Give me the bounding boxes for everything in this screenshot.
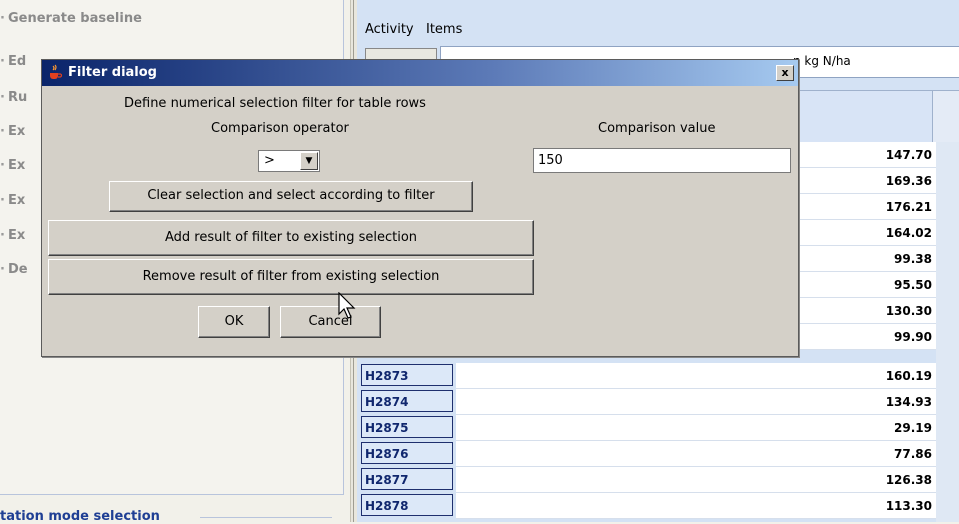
task-item-8[interactable]: · De: [0, 262, 28, 282]
task-item-3[interactable]: · Ru: [0, 90, 27, 110]
bullet-icon: ·: [0, 90, 5, 105]
operator-select[interactable]: > ▼: [258, 150, 320, 172]
row-value: 77.86: [456, 441, 936, 467]
row-id[interactable]: H2878: [361, 494, 453, 516]
row-id[interactable]: H2873: [361, 364, 453, 386]
dialog-title: Filter dialog: [68, 65, 157, 80]
remove-from-selection-button[interactable]: Remove result of filter from existing se…: [48, 259, 534, 295]
table-row[interactable]: H2878 113.30: [357, 493, 959, 519]
tab-activity[interactable]: Activity: [365, 22, 414, 37]
ok-button[interactable]: OK: [198, 306, 270, 338]
table-row[interactable]: H2873 160.19: [357, 363, 959, 389]
task-item-2[interactable]: · Ed: [0, 54, 26, 74]
bullet-icon: ·: [0, 54, 5, 69]
vertical-scrollbar[interactable]: [936, 142, 959, 522]
bullet-icon: ·: [0, 262, 5, 277]
table-row[interactable]: H2876 77.86: [357, 441, 959, 467]
java-cup-icon: [47, 64, 63, 80]
bullet-icon: ·: [0, 228, 5, 243]
bullet-icon: ·: [0, 193, 5, 208]
mode-divider: [200, 517, 332, 518]
value-label: Comparison value: [598, 121, 716, 136]
bullet-icon: ·: [0, 158, 5, 173]
row-id[interactable]: H2874: [361, 390, 453, 412]
row-value: 29.19: [456, 415, 936, 441]
column-header-edge: [932, 90, 959, 144]
task-item-6[interactable]: · Ex: [0, 193, 25, 213]
operator-value: >: [264, 153, 275, 168]
row-id[interactable]: H2875: [361, 416, 453, 438]
dialog-titlebar[interactable]: Filter dialog x: [42, 60, 798, 86]
row-id[interactable]: H2877: [361, 468, 453, 490]
row-value: 126.38: [456, 467, 936, 493]
task-item-7[interactable]: · Ex: [0, 228, 25, 248]
add-to-selection-button[interactable]: Add result of filter to existing selecti…: [48, 220, 534, 256]
value-unit-label: n kg N/ha: [793, 54, 851, 68]
operator-label: Comparison operator: [211, 121, 349, 136]
bullet-icon: ·: [0, 124, 5, 139]
row-value: 134.93: [456, 389, 936, 415]
cancel-button[interactable]: Cancel: [280, 306, 381, 338]
chevron-down-icon[interactable]: ▼: [300, 152, 318, 170]
task-item-4[interactable]: · Ex: [0, 124, 25, 144]
task-item-5[interactable]: · Ex: [0, 158, 25, 178]
table-row[interactable]: H2875 29.19: [357, 415, 959, 441]
filter-dialog: Filter dialog x Define numerical selecti…: [41, 59, 799, 357]
table-row[interactable]: H2877 126.38: [357, 467, 959, 493]
row-value: 113.30: [456, 493, 936, 519]
mouse-pointer-icon: [338, 292, 356, 319]
dialog-description: Define numerical selection filter for ta…: [124, 96, 426, 111]
tab-items[interactable]: Items: [426, 22, 462, 37]
clear-and-select-button[interactable]: Clear selection and select according to …: [109, 181, 473, 212]
close-button[interactable]: x: [776, 65, 794, 81]
task-item-generate-baseline[interactable]: · Generate baseline: [0, 11, 142, 31]
row-id[interactable]: H2876: [361, 442, 453, 464]
row-value: 160.19: [456, 363, 936, 389]
table-row[interactable]: H2874 134.93: [357, 389, 959, 415]
comparison-value-input[interactable]: [533, 148, 791, 173]
bullet-icon: ·: [0, 11, 5, 26]
